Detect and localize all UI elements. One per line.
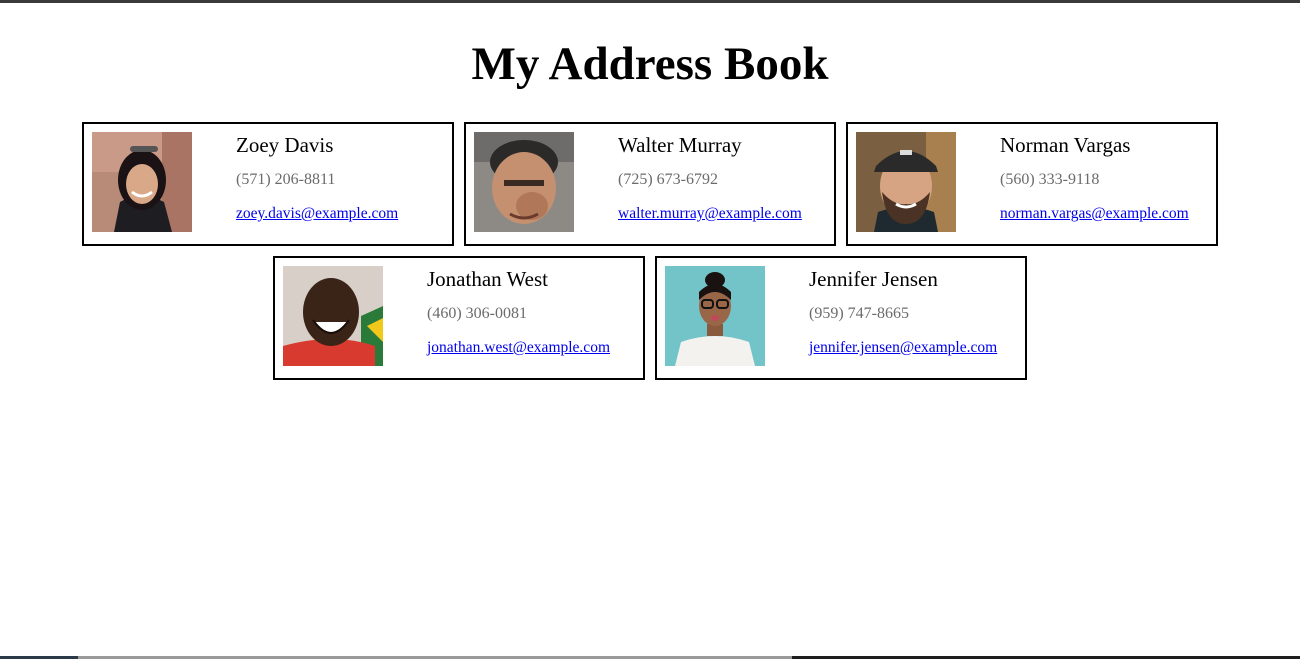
contact-info: Jonathan West (460) 306-0081 jonathan.we… <box>427 266 639 357</box>
page-title: My Address Book <box>471 38 829 90</box>
contact-card: Jonathan West (460) 306-0081 jonathan.we… <box>273 256 645 380</box>
avatar-photo <box>474 132 574 232</box>
contact-list: Zoey Davis (571) 206-8811 zoey.davis@exa… <box>80 122 1220 380</box>
avatar-photo <box>856 132 956 232</box>
avatar-photo <box>665 266 765 366</box>
contact-info: Zoey Davis (571) 206-8811 zoey.davis@exa… <box>236 132 448 223</box>
contact-phone: (959) 747-8665 <box>809 305 909 322</box>
contact-phone: (571) 206-8811 <box>236 171 336 188</box>
contact-card: Jennifer Jensen (959) 747-8665 jennifer.… <box>655 256 1027 380</box>
contact-name: Jonathan West <box>427 267 548 291</box>
contact-info: Walter Murray (725) 673-6792 walter.murr… <box>618 132 830 223</box>
contact-email-link[interactable]: norman.vargas@example.com <box>1000 205 1189 223</box>
contact-card: Zoey Davis (571) 206-8811 zoey.davis@exa… <box>82 122 454 246</box>
contact-phone: (460) 306-0081 <box>427 305 527 322</box>
contact-name: Norman Vargas <box>1000 133 1131 157</box>
contact-card: Walter Murray (725) 673-6792 walter.murr… <box>464 122 836 246</box>
contact-name: Walter Murray <box>618 133 742 157</box>
contact-email-link[interactable]: jonathan.west@example.com <box>427 339 610 357</box>
avatar-photo <box>283 266 383 366</box>
contact-card: Norman Vargas (560) 333-9118 norman.varg… <box>846 122 1218 246</box>
contact-phone: (725) 673-6792 <box>618 171 718 188</box>
contact-info: Norman Vargas (560) 333-9118 norman.varg… <box>1000 132 1212 223</box>
contact-info: Jennifer Jensen (959) 747-8665 jennifer.… <box>809 266 1021 357</box>
contact-email-link[interactable]: walter.murray@example.com <box>618 205 802 223</box>
avatar-photo <box>92 132 192 232</box>
contact-email-link[interactable]: jennifer.jensen@example.com <box>809 339 997 357</box>
contact-name: Zoey Davis <box>236 133 334 157</box>
contact-phone: (560) 333-9118 <box>1000 171 1100 188</box>
contact-email-link[interactable]: zoey.davis@example.com <box>236 205 398 223</box>
contact-name: Jennifer Jensen <box>809 267 938 291</box>
window-top-edge <box>0 0 1300 3</box>
